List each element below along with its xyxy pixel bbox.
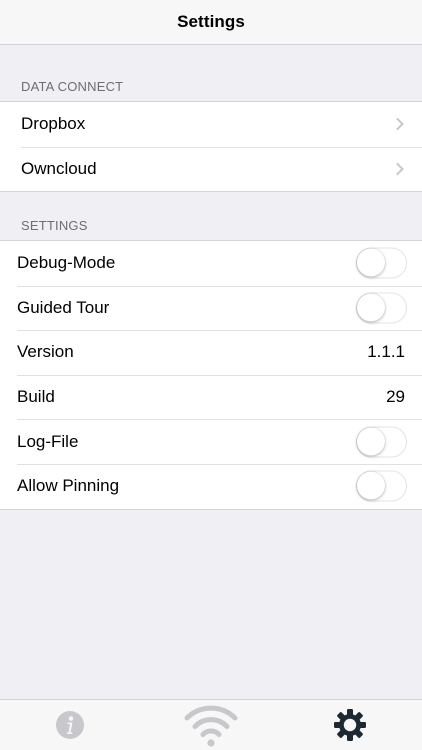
data-connect-group: Dropbox Owncloud <box>0 101 422 193</box>
page-title: Settings <box>177 12 245 31</box>
owncloud-label: Owncloud <box>21 158 97 178</box>
tab-info[interactable] <box>40 700 100 750</box>
allow-pinning-row: Allow Pinning <box>0 463 422 509</box>
tab-bar <box>0 699 422 750</box>
toggle-knob <box>357 248 385 277</box>
toggle-knob <box>357 427 385 456</box>
settings-screen: Settings DATA CONNECT Dropbox Owncloud S… <box>0 0 422 750</box>
allow-pinning-label: Allow Pinning <box>17 476 120 496</box>
dropbox-label: Dropbox <box>21 114 86 134</box>
chevron-right-icon <box>391 117 404 131</box>
tab-settings[interactable] <box>320 700 380 750</box>
chevron-right-icon <box>391 162 404 176</box>
log-file-toggle[interactable] <box>356 426 407 458</box>
guided-tour-row: Guided Tour <box>0 285 422 331</box>
info-icon <box>56 711 84 739</box>
log-file-label: Log-File <box>17 431 79 451</box>
build-value: 29 <box>386 387 405 407</box>
tab-wifi[interactable] <box>175 700 247 750</box>
guided-tour-toggle[interactable] <box>356 292 407 324</box>
build-label: Build <box>17 387 55 407</box>
gear-icon <box>334 709 366 741</box>
debug-mode-label: Debug-Mode <box>17 253 116 273</box>
version-value: 1.1.1 <box>367 342 405 362</box>
debug-mode-row: Debug-Mode <box>0 241 422 286</box>
toggle-knob <box>357 293 385 322</box>
wifi-icon <box>184 705 238 747</box>
owncloud-row[interactable]: Owncloud <box>0 146 422 192</box>
toggle-knob <box>357 471 385 500</box>
allow-pinning-toggle[interactable] <box>356 470 407 502</box>
section-header-settings: SETTINGS <box>21 218 88 233</box>
navigation-bar: Settings <box>0 0 422 45</box>
guided-tour-label: Guided Tour <box>17 297 110 317</box>
debug-mode-toggle[interactable] <box>356 247 407 279</box>
settings-group: Debug-Mode Guided Tour Version 1.1.1 Bui… <box>0 240 422 510</box>
section-header-data-connect: DATA CONNECT <box>21 79 124 94</box>
log-file-row: Log-File <box>0 419 422 464</box>
dropbox-row[interactable]: Dropbox <box>0 102 422 147</box>
version-label: Version <box>17 342 74 362</box>
version-row: Version 1.1.1 <box>0 330 422 375</box>
build-row: Build 29 <box>0 374 422 420</box>
